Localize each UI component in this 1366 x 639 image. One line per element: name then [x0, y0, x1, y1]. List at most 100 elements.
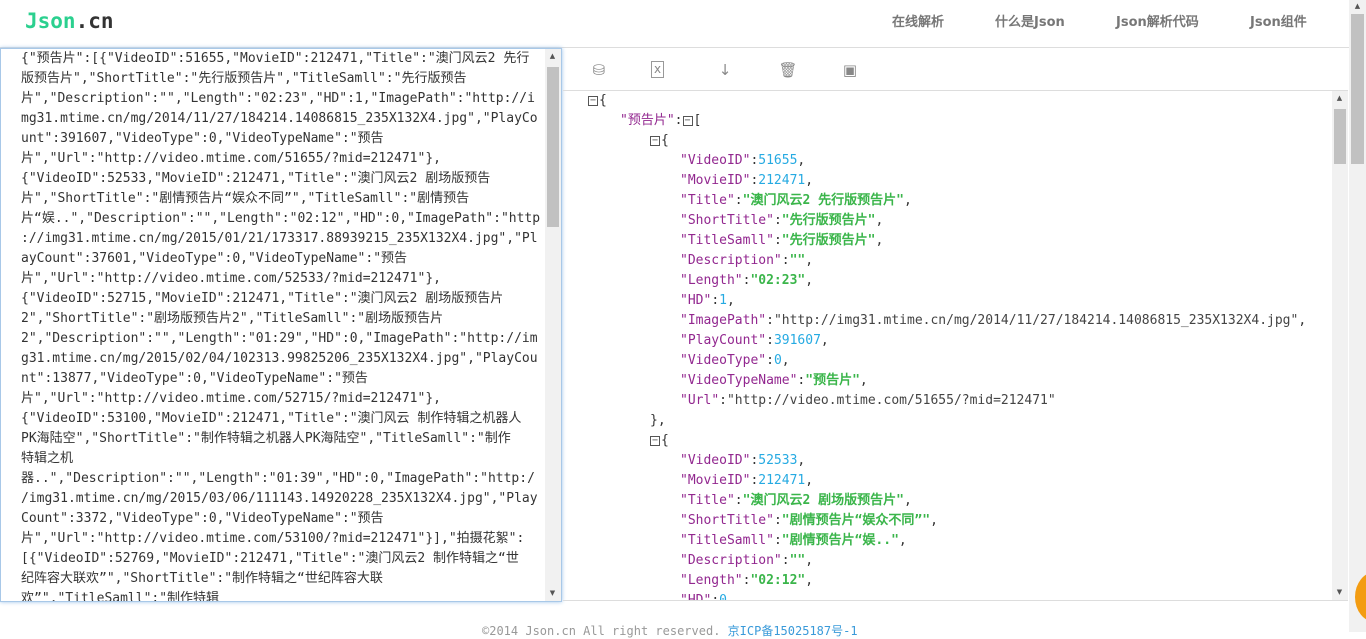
quote: " [896, 493, 904, 508]
quote: " [758, 313, 767, 328]
colon: : [773, 213, 782, 228]
scroll-up-icon[interactable]: ▲ [545, 52, 560, 60]
tree-key: Url [687, 393, 712, 408]
quote: " [680, 313, 688, 328]
quote: " [680, 173, 688, 188]
input-line: mg31.mtime.cn/mg/2014/11/27/184214.14086… [21, 111, 538, 126]
quote: " [680, 333, 688, 348]
input-line: 器..","Description":"","Length":"01:39","… [21, 471, 535, 486]
header: Json.cn 在线解析 什么是Json Json解析代码 Json组件 [0, 0, 1350, 48]
comma: , [820, 333, 829, 348]
tree-value: 澳门风云2 先行版预告片 [750, 193, 897, 208]
input-line: 纪阵容大联欢”","ShortTitle":"制作特辑之“世纪阵容大联 [21, 571, 383, 586]
tree-key: Length [687, 273, 735, 288]
colon: : [773, 533, 782, 548]
scrollbar-thumb[interactable] [1351, 14, 1364, 164]
quote: " [680, 193, 688, 208]
quote: " [680, 453, 688, 468]
collapse-toggle-icon[interactable]: − [650, 135, 660, 146]
page-scrollbar[interactable]: ▲ [1349, 0, 1366, 632]
json-input-text[interactable]: {"预告片":[{"VideoID":51655,"MovieID":21247… [21, 49, 540, 601]
tree-value: 02:23 [758, 273, 798, 288]
tree-row: "TitleSamll":"先行版预告片", [680, 231, 883, 251]
tree-key: Description [687, 553, 774, 568]
json-input-textarea[interactable]: {"预告片":[{"VideoID":51655,"MovieID":21247… [0, 48, 562, 602]
tree-row: }, [650, 411, 666, 431]
scroll-up-icon[interactable]: ▲ [1350, 2, 1365, 10]
collapse-toggle-icon[interactable]: − [682, 115, 693, 126]
comma: , [903, 493, 912, 508]
input-line: 特辑之机 [21, 451, 74, 466]
quote: " [726, 193, 735, 208]
collapse-toggle-icon[interactable]: − [650, 435, 660, 446]
logo[interactable]: Json.cn [25, 9, 114, 33]
tree-scrollbar[interactable]: ▲ ▼ [1332, 91, 1348, 601]
scrollbar-thumb[interactable] [547, 67, 559, 227]
comma: , [903, 193, 912, 208]
input-scrollbar[interactable]: ▲ ▼ [545, 49, 561, 601]
quote: " [680, 253, 688, 268]
scroll-down-icon[interactable]: ▼ [545, 589, 560, 597]
nav-json-components[interactable]: Json组件 [1250, 11, 1307, 30]
collapse-toggle-icon[interactable]: − [588, 95, 598, 106]
tree-value: 212471 [758, 473, 806, 488]
input-line: ://img31.mtime.cn/mg/2015/01/21/173317.8… [21, 231, 538, 246]
input-line: 版预告片","ShortTitle":"先行版预告片","TitleSamll"… [21, 71, 467, 86]
comma: , [797, 153, 806, 168]
nav-json-code[interactable]: Json解析代码 [1116, 11, 1199, 30]
input-line: Count":3372,"VideoType":0,"VideoTypeName… [21, 511, 384, 526]
scroll-up-icon[interactable]: ▲ [1332, 94, 1347, 102]
nav-online-parse[interactable]: 在线解析 [892, 11, 944, 30]
quote: " [781, 533, 790, 548]
quote: " [773, 313, 782, 328]
colon: : [781, 253, 790, 268]
input-line: 片","Url":"http://video.mtime.com/52533/?… [21, 271, 441, 286]
excel-icon[interactable]: x [651, 61, 664, 78]
quote: " [781, 513, 790, 528]
database-icon[interactable]: ⛁ [589, 60, 609, 80]
scroll-down-icon[interactable]: ▼ [1332, 588, 1347, 596]
input-line: ayCount":37601,"VideoType":0,"VideoTypeN… [21, 251, 408, 266]
input-line: 2","ShortTitle":"剧场版预告片2","TitleSamll":"… [21, 311, 444, 326]
tree-key: ImagePath [687, 313, 759, 328]
quote: " [680, 473, 688, 488]
comma: , [805, 553, 814, 568]
colon: : [674, 113, 683, 128]
scrollbar-thumb[interactable] [1334, 109, 1346, 164]
quote: " [805, 373, 814, 388]
tree-row: "MovieID":212471, [680, 171, 813, 191]
quote: " [680, 213, 688, 228]
tree-row: "VideoID":52533, [680, 451, 805, 471]
save-icon[interactable]: ▣ [840, 60, 860, 80]
sort-icon[interactable]: ↓ [715, 60, 735, 80]
tree-row: "ImagePath":"http://img31.mtime.cn/mg/20… [680, 311, 1306, 331]
tree-row: −{ [588, 91, 607, 111]
tree-key: ShortTitle [687, 513, 767, 528]
input-line: 片","Url":"http://video.mtime.com/52715/?… [21, 391, 441, 406]
tree-key: MovieID [687, 473, 743, 488]
nav-what-is-json[interactable]: 什么是Json [995, 11, 1065, 30]
tree-row: −{ [650, 431, 669, 451]
tree-key: VideoTypeName [687, 373, 790, 388]
tree-value: http://img31.mtime.cn/mg/2014/11/27/1842… [781, 313, 1291, 328]
trash-icon[interactable]: 🗑 [778, 60, 798, 80]
open-bracket: [ [693, 113, 702, 128]
input-line: 片","Url":"http://video.mtime.com/51655/?… [21, 151, 441, 166]
colon: : [781, 553, 790, 568]
quote: " [620, 113, 628, 128]
tree-value: 52533 [758, 453, 798, 468]
tree-key: 预告片 [627, 113, 667, 128]
quote: " [726, 393, 735, 408]
tree-row: "Description":"", [680, 551, 813, 571]
comma: , [805, 173, 814, 188]
quote: " [680, 293, 688, 308]
comma: , [875, 233, 884, 248]
quote: " [891, 533, 899, 548]
open-bracket: { [661, 433, 669, 448]
quote: " [680, 493, 688, 508]
input-line: 片","ShortTitle":"剧情预告片“娱众不同”","TitleSaml… [21, 191, 470, 206]
quote: " [766, 213, 774, 228]
tree-row: "VideoType":0, [680, 351, 790, 371]
tree-key: VideoID [687, 153, 743, 168]
icp-link[interactable]: 京ICP备15025187号-1 [728, 624, 858, 638]
